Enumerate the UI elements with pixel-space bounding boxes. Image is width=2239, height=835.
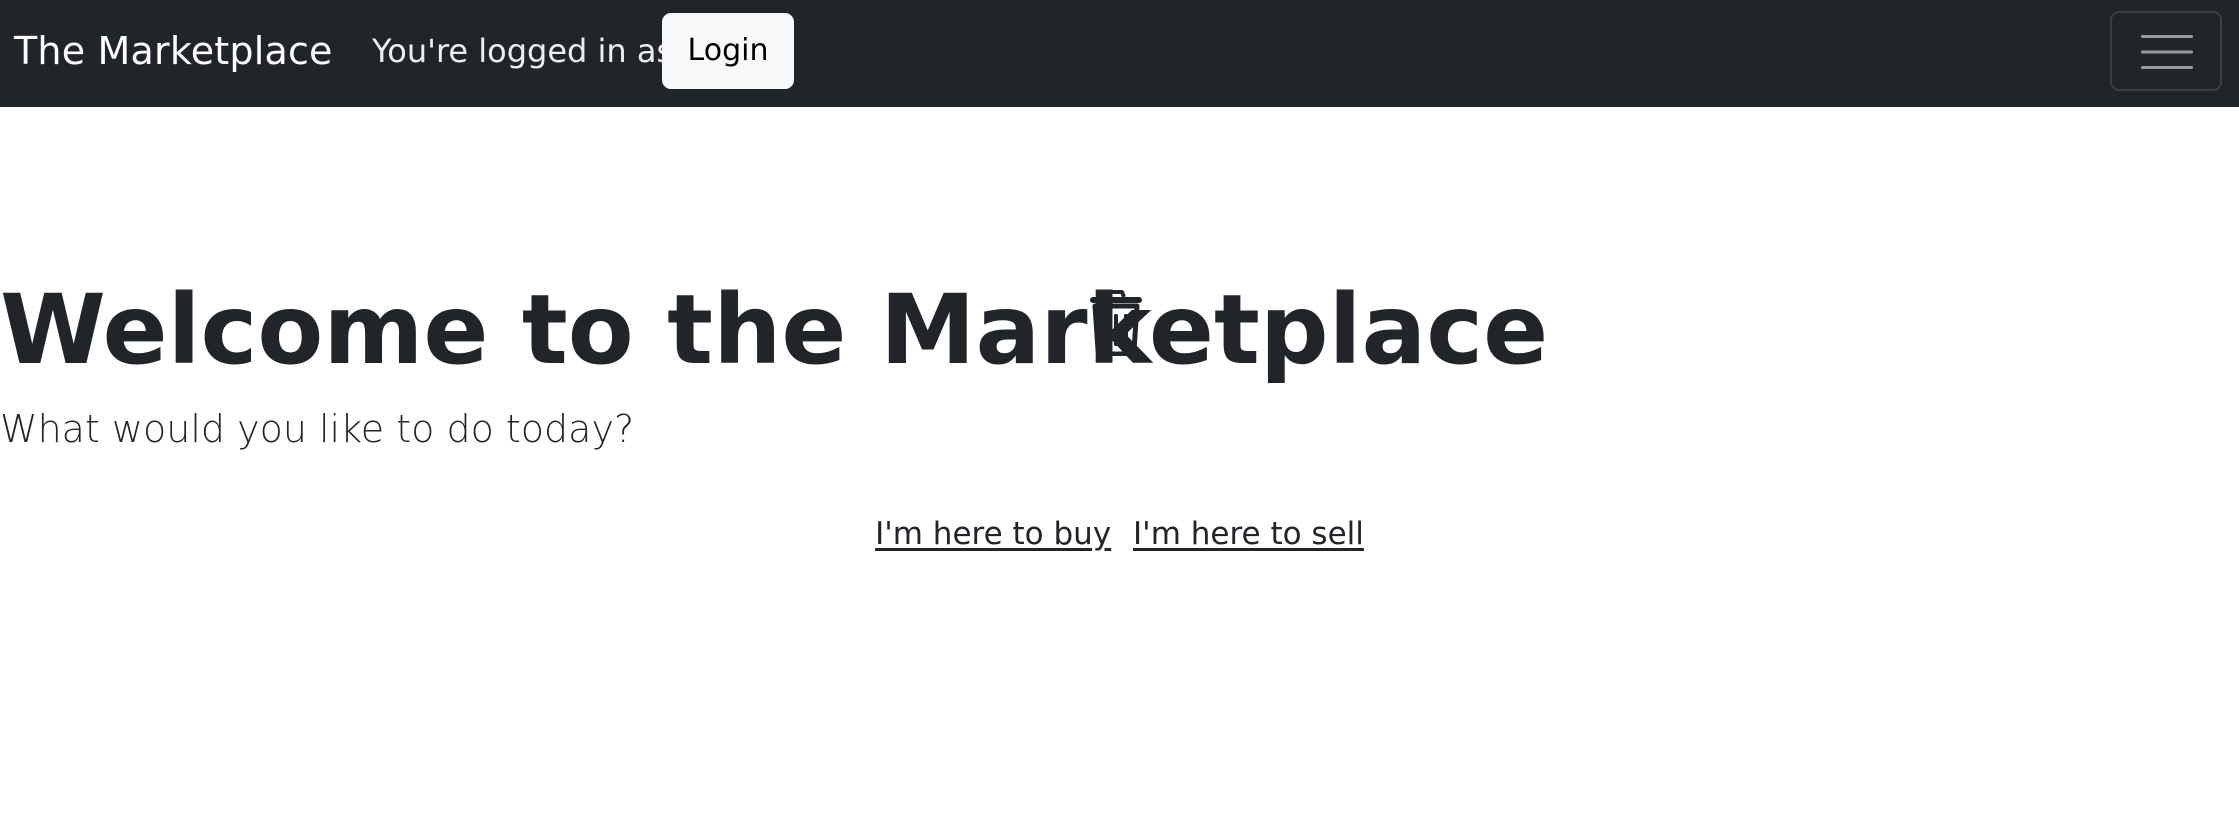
hero-section bbox=[0, 107, 2239, 835]
navbar-toggler-button[interactable] bbox=[2110, 11, 2222, 91]
page-subtitle: What would you like to do today? bbox=[0, 407, 635, 451]
top-navbar: The Marketplace You're logged in as Logi… bbox=[0, 0, 2239, 107]
logged-in-status-text: You're logged in as bbox=[372, 32, 674, 70]
brand-link[interactable]: The Marketplace bbox=[14, 0, 333, 107]
action-links: I'm here to buy I'm here to sell bbox=[0, 512, 2239, 556]
buy-link[interactable]: I'm here to buy bbox=[875, 516, 1111, 552]
login-button[interactable]: Login bbox=[662, 13, 794, 89]
hamburger-menu-icon bbox=[2141, 35, 2193, 69]
sell-link[interactable]: I'm here to sell bbox=[1133, 516, 1364, 552]
page-title: Welcome to the Marketplace bbox=[0, 274, 1549, 386]
